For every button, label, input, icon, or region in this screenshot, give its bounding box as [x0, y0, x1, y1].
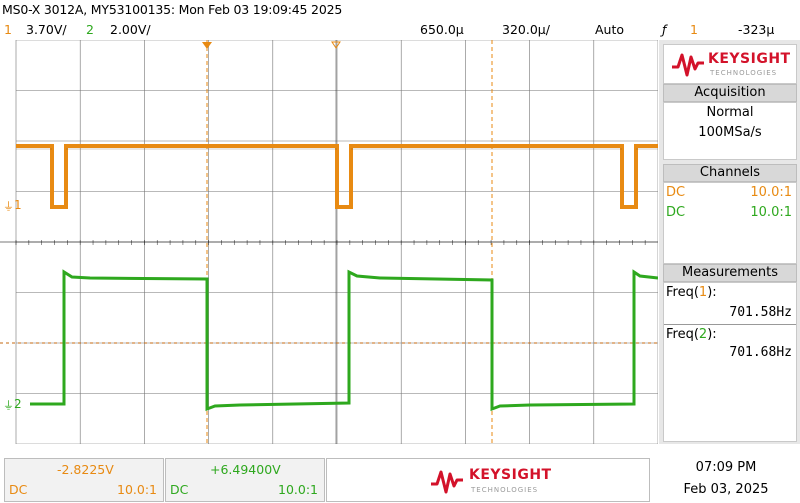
bottom-logo-panel: KEYSIGHT TECHNOLOGIES: [326, 458, 650, 502]
ch2-offset: +6.49400V: [210, 462, 281, 477]
clock-date: Feb 03, 2025: [683, 482, 769, 497]
channels-header[interactable]: Channels: [663, 164, 797, 182]
brand-name: KEYSIGHT: [708, 51, 791, 67]
measurements-panel: Freq(1): 701.58Hz Freq(2): 701.68Hz: [663, 282, 797, 442]
trigger-level[interactable]: -323µ: [738, 22, 774, 37]
trigger-source[interactable]: 1: [690, 22, 698, 37]
trigger-mode[interactable]: Auto: [595, 22, 624, 37]
ch1-waveform: [16, 144, 658, 209]
ch1-scale[interactable]: 3.70V/: [26, 22, 67, 37]
ch2-offset-panel[interactable]: +6.49400V DC 10.0:1: [165, 458, 325, 502]
ch1-offset-panel[interactable]: -2.8225V DC 10.0:1: [4, 458, 164, 502]
ch1-coupling: DC: [666, 185, 686, 200]
ch2-marker[interactable]: 2: [14, 397, 22, 411]
meas-divider: [664, 324, 796, 325]
clock-time: 07:09 PM: [695, 460, 757, 475]
bottom-brand-subtitle: TECHNOLOGIES: [471, 486, 539, 494]
ch1-bottom-coupling: DC: [9, 482, 28, 497]
brand-subtitle: TECHNOLOGIES: [710, 69, 778, 77]
acquisition-panel: Normal 100MSa/s: [663, 102, 797, 160]
brand-logo: KEYSIGHT TECHNOLOGIES: [663, 44, 797, 84]
ch1-bottom-probe: 10.0:1: [117, 482, 157, 497]
axis-ticks: [15, 240, 646, 245]
meas-2-value: 701.68Hz: [729, 345, 792, 360]
channels-panel: DC 10.0:1 DC 10.0:1: [663, 182, 797, 264]
window-title: MS0-X 3012A, MY53100135: Mon Feb 03 19:0…: [2, 2, 343, 17]
bottom-bar: -2.8225V DC 10.0:1 +6.49400V DC 10.0:1 K…: [0, 448, 800, 503]
ch1-marker[interactable]: 1: [14, 198, 22, 212]
ch2-ground-icon: ⏚: [3, 399, 14, 412]
status-bar: 1 3.70V/ 2 2.00V/ 650.0µ 320.0µ/ Auto ƒ …: [0, 22, 800, 40]
meas-2-label: Freq(2):: [666, 327, 717, 342]
ch2-scale[interactable]: 2.00V/: [110, 22, 151, 37]
time-reference-marker[interactable]: [202, 42, 212, 49]
ch2-number[interactable]: 2: [86, 22, 94, 37]
measurements-header[interactable]: Measurements: [663, 264, 797, 282]
meas-1-label: Freq(1):: [666, 285, 717, 300]
keysight-wave-icon: [672, 53, 704, 77]
meas-1-value: 701.58Hz: [729, 305, 792, 320]
acquisition-header[interactable]: Acquisition: [663, 84, 797, 102]
waveform-display[interactable]: ⏚ 1 ⏚ 2: [0, 40, 658, 444]
sample-rate: 100MSa/s: [698, 125, 762, 140]
ch1-probe: 10.0:1: [750, 185, 792, 200]
acquisition-mode: Normal: [706, 105, 754, 120]
trigger-icon: ƒ: [662, 22, 667, 37]
bottom-brand-name: KEYSIGHT: [469, 467, 552, 483]
ch1-ground-icon: ⏚: [3, 200, 14, 213]
ch2-bottom-coupling: DC: [170, 482, 189, 497]
ch2-bottom-probe: 10.0:1: [278, 482, 318, 497]
clock-panel: 07:09 PM Feb 03, 2025: [652, 458, 800, 502]
time-position[interactable]: 650.0µ: [420, 22, 464, 37]
keysight-wave-icon-bottom: [431, 470, 463, 494]
ch1-offset: -2.8225V: [57, 462, 114, 477]
side-panel: KEYSIGHT TECHNOLOGIES Acquisition Normal…: [659, 40, 800, 444]
time-scale[interactable]: 320.0µ/: [502, 22, 550, 37]
ch2-coupling: DC: [666, 205, 686, 220]
ch2-probe: 10.0:1: [750, 205, 792, 220]
ch1-number[interactable]: 1: [4, 22, 12, 37]
